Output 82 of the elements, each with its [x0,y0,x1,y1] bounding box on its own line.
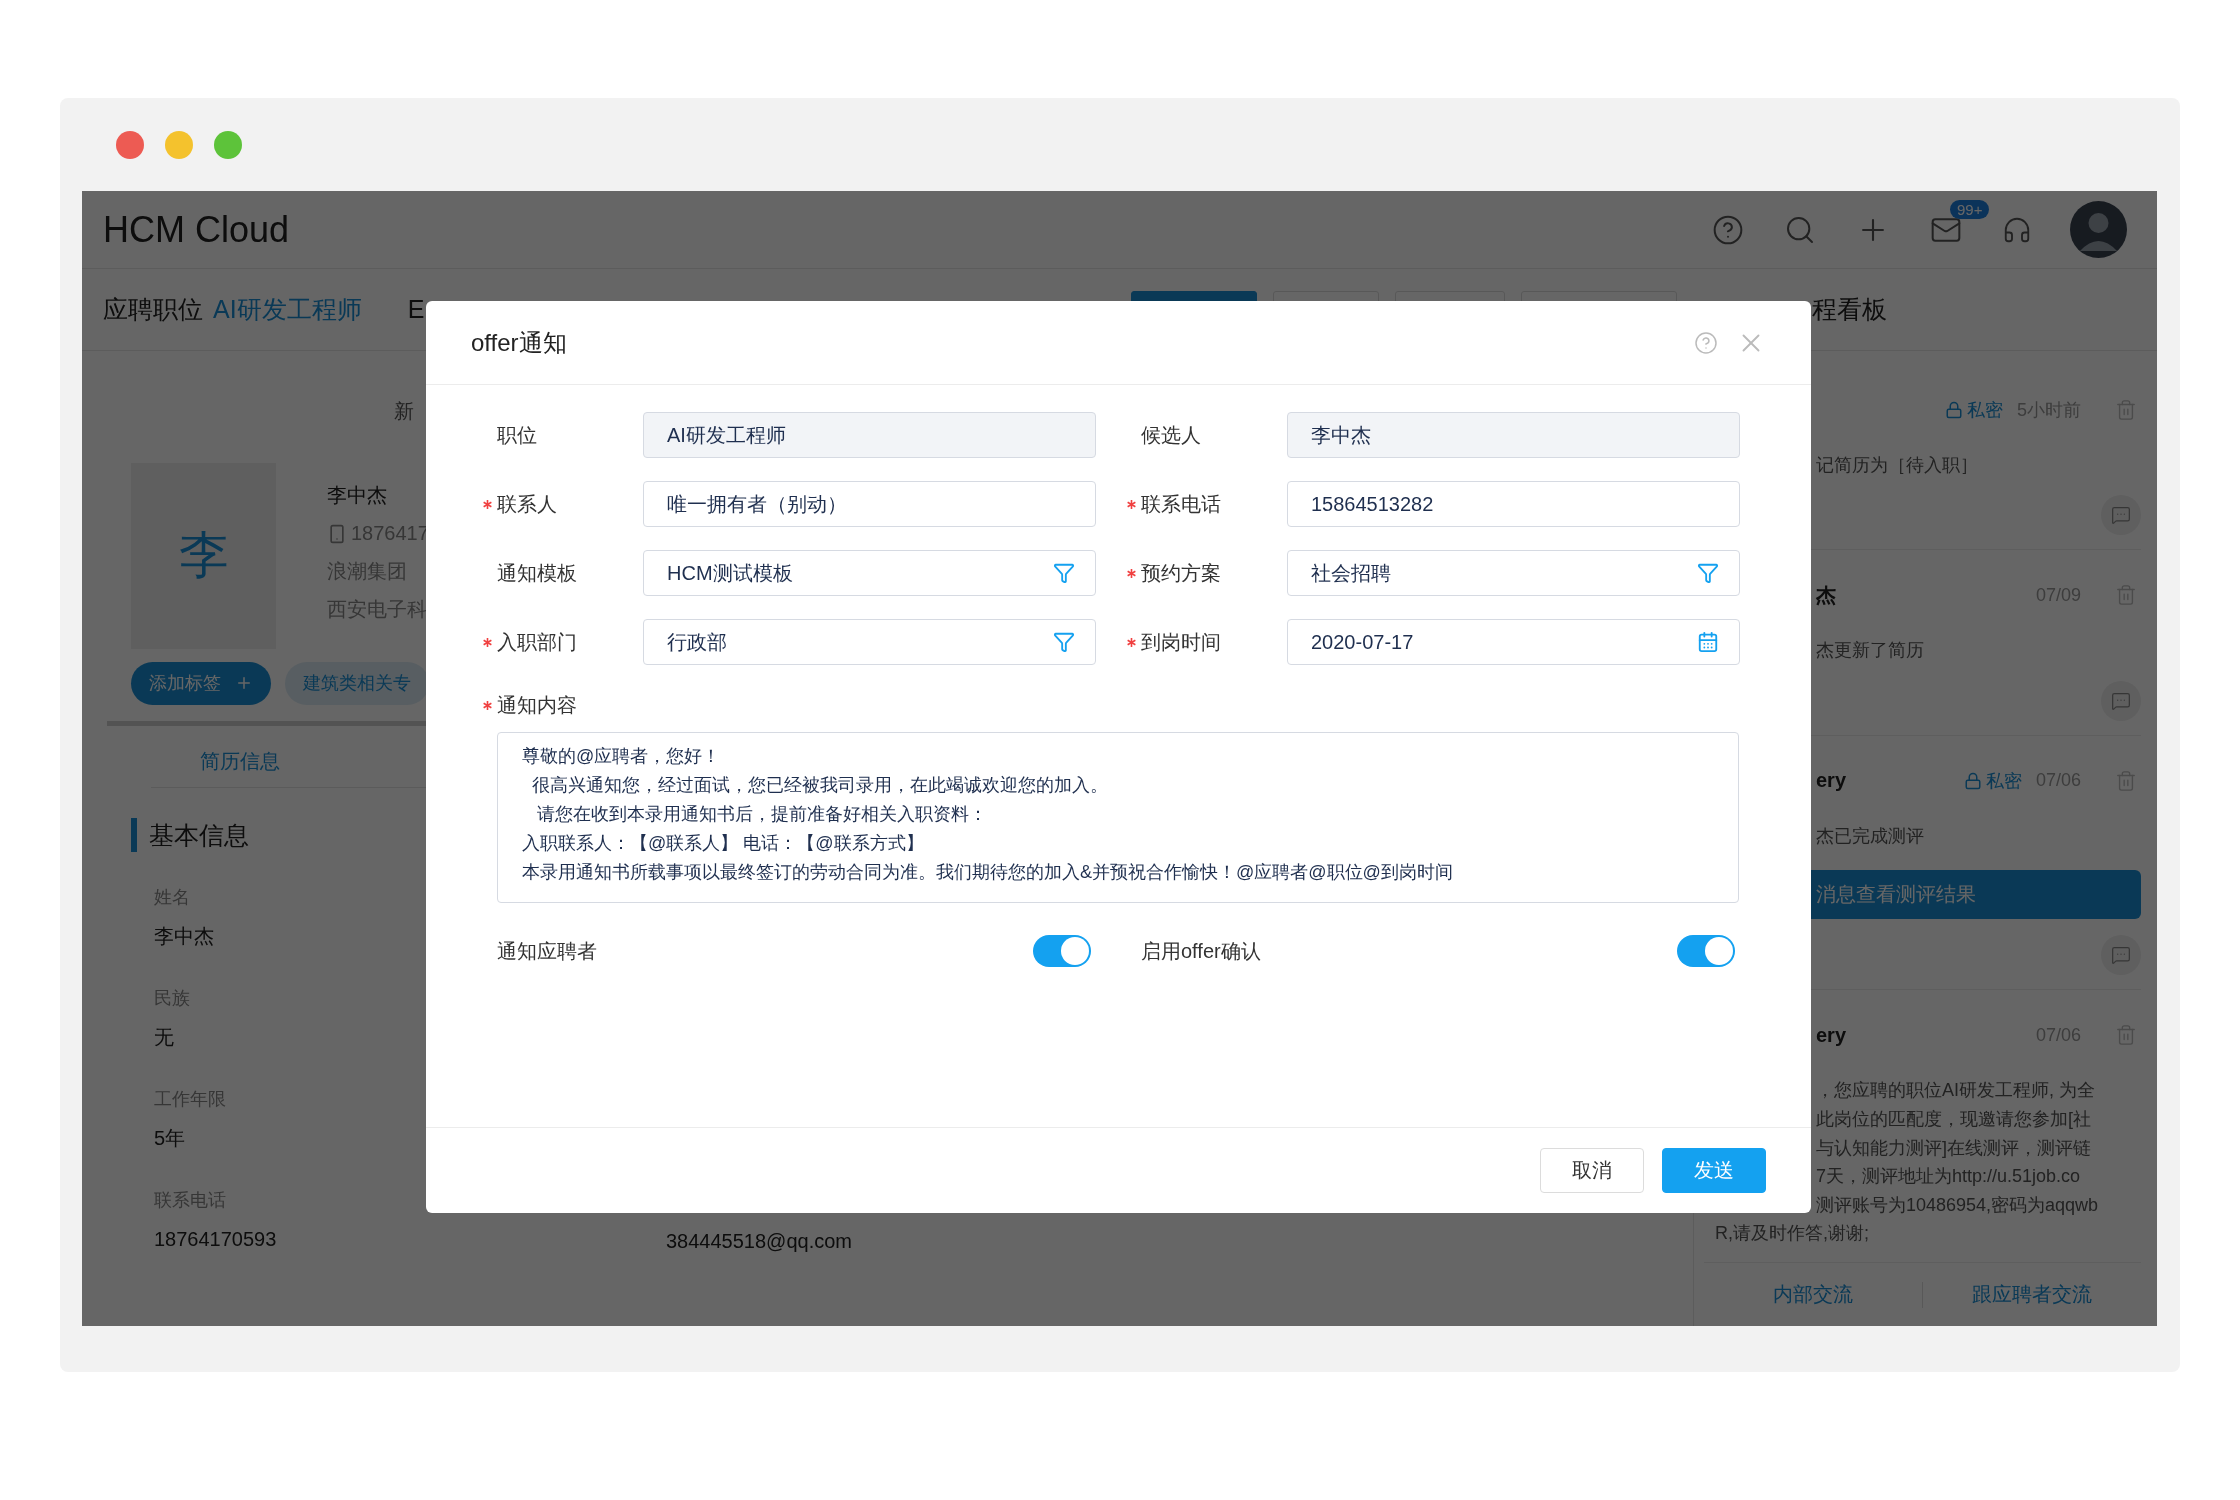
field-label: 预约方案 [1141,560,1221,586]
chat-icon [2111,690,2131,711]
filter-icon[interactable] [1697,562,1719,584]
activity-text: 此岗位的匹配度，现邀请您参加[社 [1816,1108,2092,1132]
content-line: 很高兴通知您，经过面试，您已经被我司录用，在此竭诚欢迎您的加入。 [531,774,1108,797]
help-icon[interactable] [1694,330,1718,355]
window-control[interactable] [165,130,193,159]
chat-icon [2111,505,2131,526]
section-marker [131,818,137,853]
activity-text: 记简历为［待入职］ [1816,453,1979,477]
activity-author: 杰 [1816,582,1837,608]
activity-text: 7天，测评地址为http://u.51job.co [1816,1165,2082,1189]
calendar-icon[interactable] [1697,631,1719,653]
section-title: 基本信息 [149,819,249,851]
toggle-label: 通知应聘者 [497,938,597,964]
input-field: AI研发工程师 [643,412,1096,458]
toggle-switch[interactable] [1033,935,1091,967]
content-line: 尊敬的@应聘者，您好！ [522,745,721,768]
position-label: 应聘职位 [103,294,203,325]
private-label: 私密 [1967,398,2003,422]
candidate-avatar: 李 [131,462,276,649]
info-value: 384445518@qq.com [666,1229,853,1255]
input-field[interactable]: 社会招聘 [1287,550,1740,596]
activity-text: 杰已完成测评 [1816,824,1925,848]
trash-icon[interactable] [2115,1024,2137,1047]
input-field[interactable]: 唯一拥有者（别动） [643,481,1096,527]
field-label: 入职部门 [497,629,577,655]
window-control[interactable] [116,130,144,159]
window-control[interactable] [214,130,242,159]
cancel-button[interactable]: 取消 [1540,1148,1644,1193]
board-title: 程看板 [1812,294,1887,325]
filter-icon[interactable] [1053,631,1075,653]
private-label: 私密 [1985,769,2022,793]
lock-icon [1945,400,1963,419]
user-avatar[interactable] [2070,201,2127,259]
field-label: 到岗时间 [1141,629,1221,655]
chat-icon [2111,945,2131,966]
field-label: 联系人 [497,491,557,517]
app-title: HCM Cloud [103,208,291,251]
field-label: 联系电话 [1141,491,1221,517]
toggle-label: 启用offer确认 [1141,938,1261,964]
activity-text: 测评账号为10486954,密码为aqqwb [1816,1193,2100,1217]
trash-icon[interactable] [2115,584,2137,607]
count-badge: 99+ [1950,199,1990,219]
trash-icon[interactable] [2115,398,2137,421]
activity-author: ery [1816,769,1848,793]
field-label: 职位 [497,422,537,448]
info-value: 无 [154,1025,175,1051]
header-text: E [407,295,425,324]
input-field[interactable]: 2020-07-17 [1287,619,1740,665]
input-field: 李中杰 [1287,412,1740,458]
comment-button[interactable] [2101,935,2141,976]
input-field[interactable]: HCM测试模板 [643,550,1096,596]
field-label: 通知模板 [497,560,577,586]
filter-icon[interactable] [1053,562,1075,584]
dialog-title: offer通知 [471,327,568,358]
field-label: 候选人 [1141,422,1201,448]
input-field[interactable]: 行政部 [643,619,1096,665]
content-line: 本录用通知书所载事项以最终签订的劳动合同为准。我们期待您的加入&并预祝合作愉快！@应聘者@职位@到岗时间 [522,861,1453,884]
trash-icon[interactable] [2115,769,2137,792]
input-field[interactable]: 15864513282 [1287,481,1740,527]
content-line: 入职联系人：【@联系人】 电话：【@联系方式】 [522,832,924,855]
comment-button[interactable] [2101,680,2141,721]
field-label: 通知内容 [497,692,577,718]
activity-author: ery [1816,1023,1848,1047]
comment-button[interactable] [2101,495,2141,536]
content-line: 请您在收到本录用通知书后，提前准备好相关入职资料： [536,803,987,826]
help-icon[interactable] [1712,213,1744,246]
activity-text: ，您应聘的职位AI研发工程师, 为全 [1816,1079,2096,1103]
activity-text: R,请及时作答,谢谢; [1715,1222,1870,1246]
info-value: 李中杰 [154,923,215,949]
phone-icon [327,523,347,544]
candidate-name: 李中杰 [327,483,388,509]
info-value: 5年 [154,1126,187,1152]
activity-text: 杰更新了简历 [1816,639,1925,663]
toggle-switch[interactable] [1677,935,1735,967]
section-label: 新 [394,398,415,424]
lock-icon [1963,771,1982,790]
notice-content-field[interactable]: 尊敬的@应聘者，您好！ 很高兴通知您，经过面试，您已经被我司录用，在此竭诚欢迎您的加入。 请您在收到本录用通知书后，提前准备好相关入职资料： 入职联系人：【@联系人】 电话：【@联系方式】 本录用通知书所载事项以最终签订的劳动合同为准。我们期待您的加入&并预祝合作愉快！@应聘者@职位@到岗时间 [497,732,1739,903]
info-value: 18764170593 [154,1227,278,1253]
tag: 建筑类相关专 [285,661,429,705]
activity-text: 与认知能力测评]在线测评，测评链 [1816,1136,2092,1160]
